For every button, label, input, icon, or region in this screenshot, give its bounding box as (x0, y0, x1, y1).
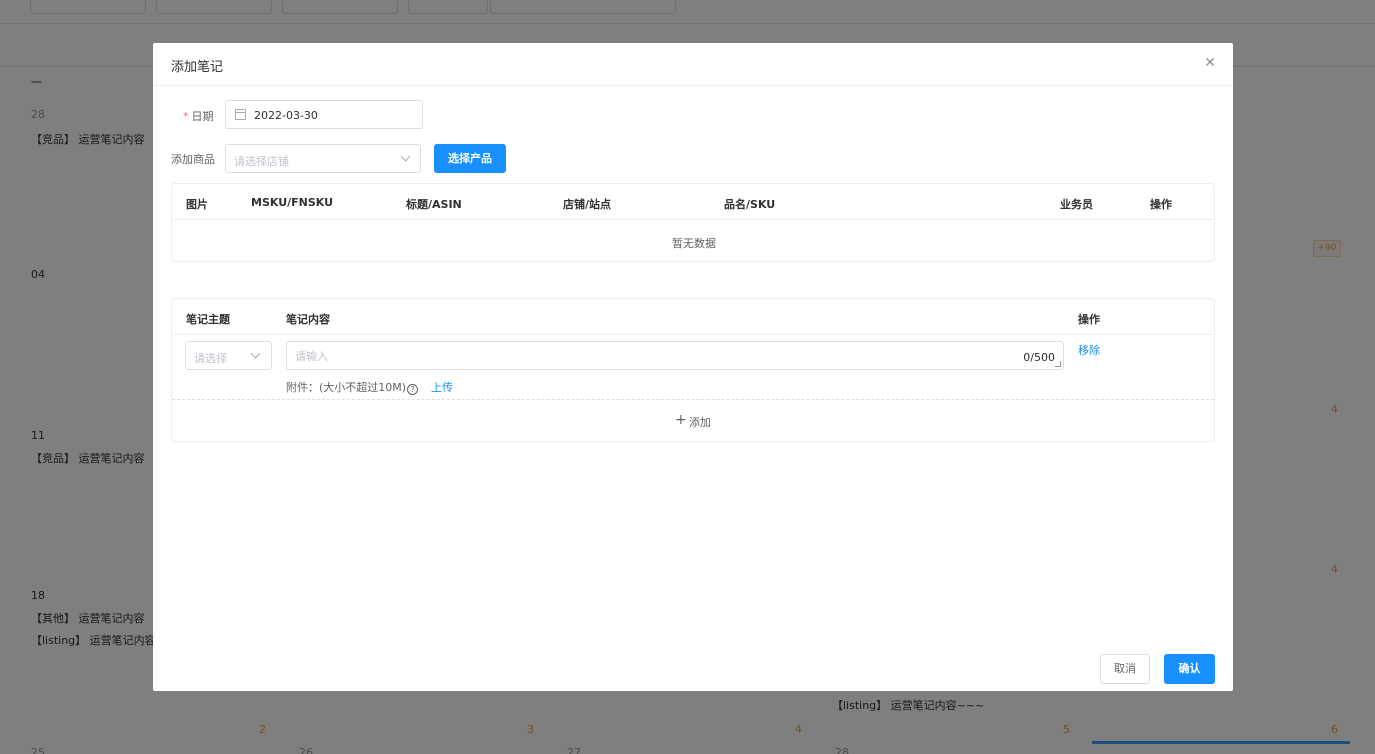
note-table: 笔记主题 笔记内容 操作 请选择 请输入 0/500 附件：(大小不超过10M)… (171, 298, 1215, 442)
date-value: 2022-03-30 (254, 109, 318, 122)
col-header-note-topic: 笔记主题 (186, 313, 230, 326)
note-content-textarea[interactable]: 请输入 0/500 (286, 341, 1064, 370)
add-note-dialog: 添加笔记 ✕ * 日期 2022-03-30 添加商品 请选择店铺 选择产品 图片… (153, 43, 1233, 691)
dialog-header: 添加笔记 ✕ (153, 43, 1233, 86)
note-topic-select[interactable]: 请选择 (185, 341, 272, 370)
table-divider (172, 334, 1214, 335)
note-topic-placeholder: 请选择 (194, 352, 227, 365)
col-header-name-sku: 品名/SKU (724, 198, 776, 211)
upload-link[interactable]: 上传 (431, 379, 453, 395)
select-product-button[interactable]: 选择产品 (434, 144, 506, 173)
add-product-label: 添加商品 (171, 153, 215, 166)
required-mark: * (183, 110, 189, 123)
cancel-button[interactable]: 取消 (1100, 654, 1150, 684)
table-divider (172, 219, 1214, 220)
store-select[interactable]: 请选择店铺 (225, 144, 421, 173)
col-header-store-site: 店铺/站点 (563, 198, 612, 211)
plus-icon: + (675, 412, 687, 428)
confirm-button[interactable]: 确认 (1164, 654, 1215, 684)
char-counter: 0/500 (1023, 351, 1055, 364)
date-picker[interactable]: 2022-03-30 (225, 100, 423, 129)
col-header-actions: 操作 (1150, 198, 1172, 211)
help-icon[interactable]: ? (407, 384, 419, 395)
col-header-note-actions: 操作 (1078, 313, 1100, 326)
chevron-down-icon (250, 348, 261, 359)
empty-text: 暂无数据 (672, 237, 716, 250)
col-header-salesperson: 业务员 (1060, 198, 1093, 211)
col-header-title-asin: 标题/ASIN (406, 198, 462, 211)
resize-handle-icon[interactable] (1055, 361, 1061, 367)
add-note-label: 添加 (689, 416, 711, 429)
date-label: * 日期 (183, 108, 214, 124)
note-content-placeholder: 请输入 (295, 350, 328, 363)
dialog-title: 添加笔记 (171, 60, 224, 75)
calendar-icon (235, 109, 246, 120)
product-table: 图片 MSKU/FNSKU 标题/ASIN 店铺/站点 品名/SKU 业务员 操… (171, 183, 1215, 262)
store-select-placeholder: 请选择店铺 (234, 155, 289, 168)
col-header-note-content: 笔记内容 (286, 313, 330, 326)
attachment-label: 附件：(大小不超过10M)? (286, 379, 419, 395)
col-header-msku: MSKU/FNSKU (251, 196, 334, 209)
col-header-image: 图片 (186, 198, 208, 211)
remove-link[interactable]: 移除 (1078, 342, 1100, 358)
chevron-down-icon (400, 151, 411, 162)
add-note-row-button[interactable]: + 添加 (172, 399, 1214, 441)
close-icon[interactable]: ✕ (1203, 56, 1217, 70)
attachment-label-text: 附件：(大小不超过10M) (286, 381, 407, 394)
date-label-text: 日期 (191, 110, 214, 123)
